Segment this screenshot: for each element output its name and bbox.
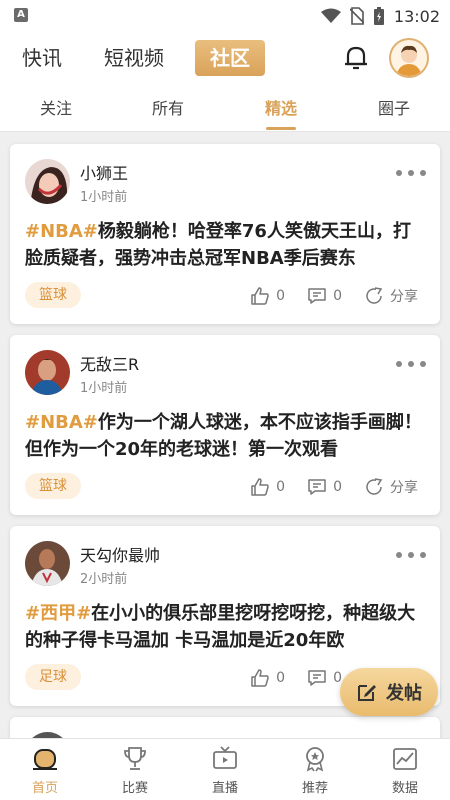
post-feed[interactable]: 小狮王 1小时前 #NBA#杨毅躺枪！哈登率76人笑傲天王山，打脸质疑者，强势冲…: [0, 132, 450, 738]
comment-icon: [308, 479, 326, 495]
like-count: 0: [276, 479, 286, 495]
user-avatar-icon: [396, 45, 422, 76]
comment-icon: [308, 288, 326, 304]
status-icons: 13:02: [320, 4, 440, 28]
post-text[interactable]: #NBA#作为一个湖人球迷，本不应该指手画脚！但作为一个20年的老球迷！第一次观…: [25, 409, 427, 463]
comment-count: 0: [333, 479, 342, 495]
share-label: 分享: [390, 289, 418, 305]
nav-recommend[interactable]: 推荐: [270, 739, 360, 800]
thumbs-up-icon: [251, 669, 269, 687]
post-topic-tag[interactable]: #NBA#: [25, 221, 98, 242]
create-post-button[interactable]: 发帖: [340, 668, 438, 716]
no-sim-icon: [349, 7, 364, 25]
nav-recommend-label: 推荐: [301, 781, 328, 796]
nav-matches-label: 比赛: [121, 781, 148, 796]
post-username[interactable]: 天勾你最帅: [80, 542, 160, 566]
chart-icon: [393, 748, 417, 770]
status-time: 13:02: [393, 6, 440, 26]
post-avatar[interactable]: [25, 159, 70, 204]
like-button[interactable]: 0: [250, 668, 285, 688]
nav-data[interactable]: 数据: [360, 739, 450, 800]
subtab-featured-label: 精选: [264, 99, 297, 118]
share-icon: [366, 478, 383, 495]
app-notification-icon: A: [14, 8, 28, 22]
more-options-icon[interactable]: [396, 552, 426, 560]
post-category-chip[interactable]: 篮球: [25, 473, 81, 499]
trophy-icon: [124, 747, 146, 770]
edit-icon: [358, 685, 376, 701]
post-username[interactable]: 无敌三R: [80, 351, 139, 375]
post-card[interactable]: [10, 717, 440, 738]
thumbs-up-icon: [251, 478, 269, 496]
post-topic-tag[interactable]: #NBA#: [25, 412, 98, 433]
tv-icon: [213, 746, 237, 769]
more-options-icon[interactable]: [396, 361, 426, 369]
like-button[interactable]: 0: [250, 286, 285, 306]
tab-short-video[interactable]: 短视频: [104, 40, 164, 76]
bell-icon[interactable]: [343, 44, 369, 72]
home-icon: [33, 749, 57, 770]
nav-data-label: 数据: [391, 781, 418, 796]
post-text[interactable]: #NBA#杨毅躺枪！哈登率76人笑傲天王山，打脸质疑者，强势冲击总冠军NBA季后…: [25, 218, 427, 272]
active-tab-indicator: [266, 127, 296, 130]
thumbs-up-icon: [251, 287, 269, 305]
subtab-all[interactable]: 所有: [128, 86, 208, 132]
user-photo-icon: [25, 350, 70, 395]
share-icon: [366, 287, 383, 304]
comment-icon: [308, 670, 326, 686]
share-label: 分享: [390, 480, 418, 496]
post-time: 2小时前: [80, 572, 128, 587]
like-count: 0: [276, 288, 286, 304]
create-post-label: 发帖: [386, 683, 422, 704]
nav-matches[interactable]: 比赛: [90, 739, 180, 800]
share-button[interactable]: 分享: [364, 286, 418, 306]
post-avatar[interactable]: [25, 350, 70, 395]
nav-live-label: 直播: [211, 781, 238, 796]
subtab-featured[interactable]: 精选: [241, 86, 321, 132]
post-actions: 0 0 分享: [228, 284, 418, 308]
top-nav: 快讯 短视频 社区: [0, 32, 450, 86]
share-button[interactable]: 分享: [364, 477, 418, 497]
post-category-chip[interactable]: 足球: [25, 664, 81, 690]
tab-community[interactable]: 社区: [195, 40, 265, 76]
post-topic-tag[interactable]: #西甲#: [25, 603, 91, 624]
status-bar: A 13:02: [0, 0, 450, 32]
more-options-icon[interactable]: [396, 170, 426, 178]
sub-tabs: 关注 所有 精选 圈子: [0, 86, 450, 132]
post-avatar[interactable]: [25, 541, 70, 586]
subtab-follow[interactable]: 关注: [16, 86, 96, 132]
like-count: 0: [276, 670, 286, 686]
nav-home-label: 首页: [31, 781, 58, 796]
post-text[interactable]: #西甲#在小小的俱乐部里挖呀挖呀挖，种超级大的种子得卡马温加 卡马温加是近20年…: [25, 600, 427, 654]
user-photo-icon: [25, 541, 70, 586]
comment-count: 0: [333, 288, 342, 304]
like-button[interactable]: 0: [250, 477, 285, 497]
nav-home[interactable]: 首页: [0, 739, 90, 800]
post-username[interactable]: 小狮王: [80, 160, 128, 184]
post-time: 1小时前: [80, 381, 128, 396]
user-photo-icon: [25, 159, 70, 204]
post-card[interactable]: 小狮王 1小时前 #NBA#杨毅躺枪！哈登率76人笑傲天王山，打脸质疑者，强势冲…: [10, 144, 440, 324]
subtab-circles[interactable]: 圈子: [354, 86, 434, 132]
bottom-nav: 首页 比赛 直播 推荐 数据: [0, 738, 450, 800]
tab-kuaixun[interactable]: 快讯: [22, 40, 62, 76]
my-avatar[interactable]: [389, 38, 429, 78]
post-actions: 0 0 分享: [228, 475, 418, 499]
comment-button[interactable]: 0: [307, 477, 342, 497]
battery-icon: [373, 7, 384, 25]
post-category-chip[interactable]: 篮球: [25, 282, 81, 308]
comment-button[interactable]: 0: [307, 286, 342, 306]
comment-button[interactable]: 0: [307, 668, 342, 688]
nav-live[interactable]: 直播: [180, 739, 270, 800]
wifi-icon: [320, 8, 341, 23]
post-time: 1小时前: [80, 190, 128, 205]
medal-icon: [306, 747, 324, 772]
post-card[interactable]: 无敌三R 1小时前 #NBA#作为一个湖人球迷，本不应该指手画脚！但作为一个20…: [10, 335, 440, 515]
